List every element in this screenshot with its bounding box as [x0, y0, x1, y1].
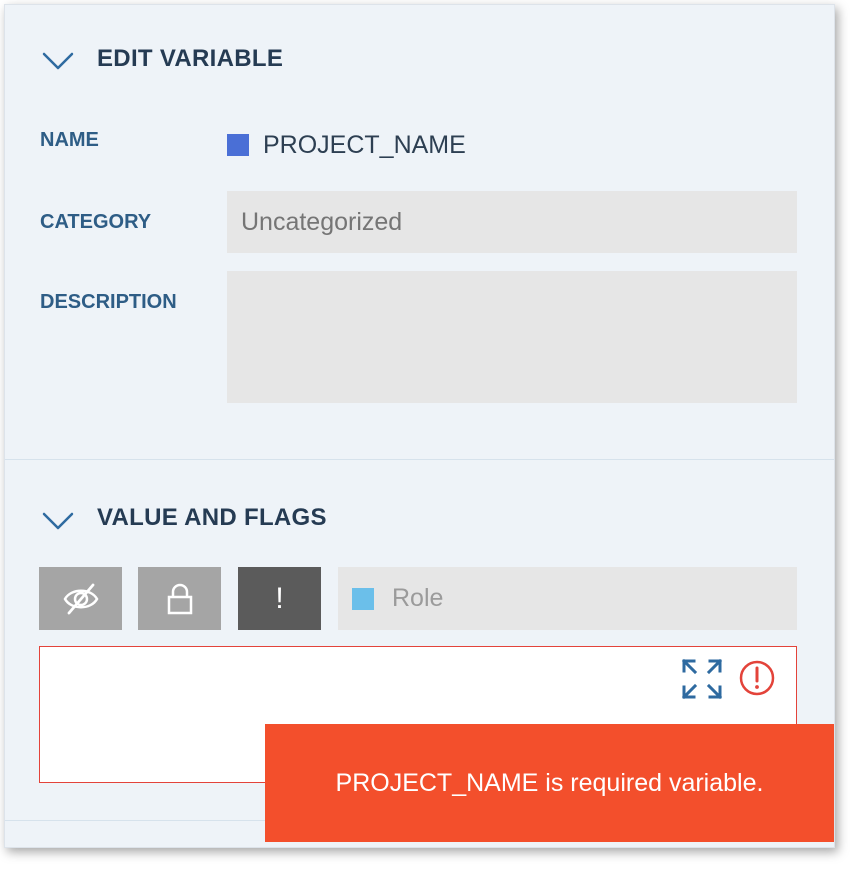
description-textarea[interactable] — [227, 271, 797, 403]
eye-slash-icon — [63, 583, 98, 614]
alert-circle-icon — [739, 660, 775, 696]
exclamation-icon: ! — [275, 581, 284, 615]
toast-message: PROJECT_NAME is required variable. — [335, 768, 764, 797]
edit-variable-title: EDIT VARIABLE — [97, 45, 284, 72]
value-and-flags-header[interactable]: VALUE AND FLAGS — [5, 499, 834, 539]
category-input[interactable] — [227, 191, 797, 253]
chevron-down-icon — [42, 512, 74, 530]
name-value-row: PROJECT_NAME — [227, 130, 466, 160]
category-label: CATEGORY — [40, 211, 152, 233]
role-placeholder: Role — [392, 584, 444, 612]
lock-icon — [167, 583, 192, 614]
required-flag-button[interactable]: ! — [238, 567, 321, 630]
locked-flag-button[interactable] — [138, 567, 221, 630]
variable-color-swatch — [227, 134, 249, 156]
value-and-flags-title: VALUE AND FLAGS — [97, 504, 327, 531]
error-toast: PROJECT_NAME is required variable. — [265, 724, 834, 842]
variable-editor-panel: EDIT VARIABLE NAME PROJECT_NAME CATEGORY… — [4, 4, 835, 848]
variable-name: PROJECT_NAME — [263, 130, 466, 159]
name-label: NAME — [40, 129, 99, 151]
description-label: DESCRIPTION — [40, 291, 177, 313]
chevron-down-icon — [42, 52, 74, 70]
section-divider — [5, 459, 834, 460]
expand-arrows-icon[interactable] — [680, 657, 724, 701]
role-color-swatch — [352, 587, 374, 610]
hidden-flag-button[interactable] — [39, 567, 122, 630]
edit-variable-header[interactable]: EDIT VARIABLE — [5, 41, 834, 81]
role-select[interactable]: Role — [338, 567, 797, 630]
